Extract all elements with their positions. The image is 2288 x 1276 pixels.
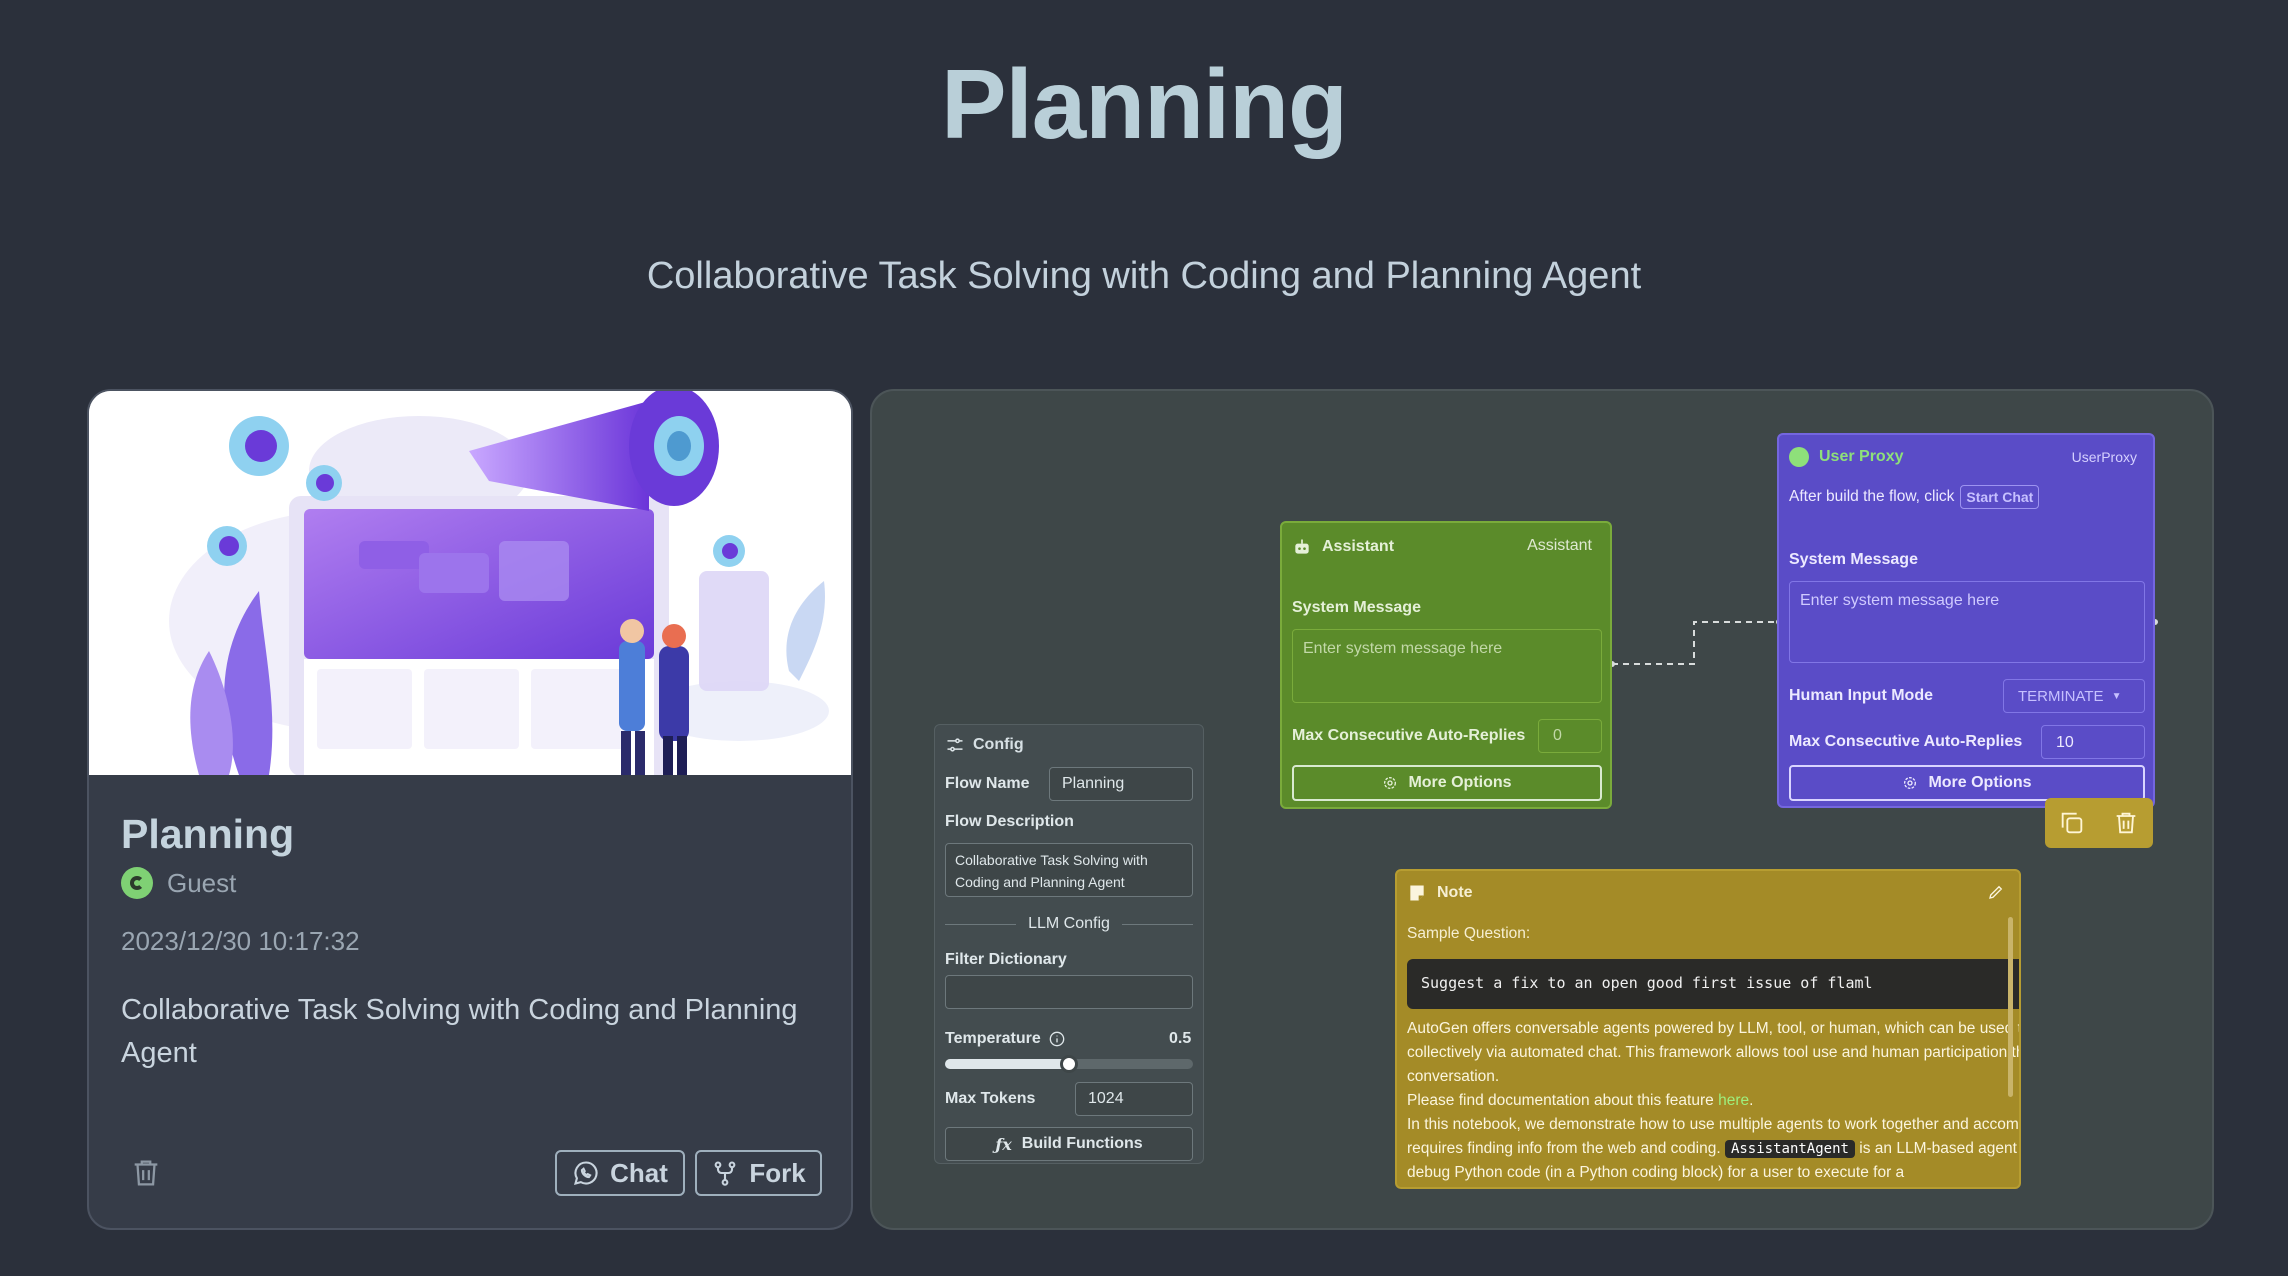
- llm-config-divider: LLM Config: [945, 915, 1194, 933]
- temperature-value: 0.5: [1169, 1030, 1192, 1047]
- page-title: Planning: [941, 49, 1348, 159]
- node-toolbar: [2045, 798, 2153, 848]
- build-functions-button[interactable]: ƒx Build Functions: [945, 1127, 1193, 1161]
- human-input-mode-select[interactable]: TERMINATE ▼: [2003, 679, 2145, 713]
- config-title: Config: [973, 736, 1024, 753]
- copy-icon[interactable]: [2058, 809, 2086, 837]
- max-tokens-input[interactable]: 1024: [1075, 1082, 1193, 1116]
- user-proxy-max-replies-label: Max Consecutive Auto-Replies: [1789, 733, 2023, 750]
- temperature-label: Temperature: [945, 1030, 1041, 1047]
- note-title: Note: [1437, 884, 1473, 901]
- temperature-slider-handle[interactable]: [1060, 1055, 1078, 1073]
- assistant-system-message-input[interactable]: Enter system message here: [1292, 629, 1602, 703]
- note-paragraph-2: In this notebook, we demonstrate how to …: [1407, 1113, 2019, 1185]
- card-hero-illustration: [89, 391, 851, 775]
- flow-card: Planning Guest 2023/12/30 10:17:32 Colla…: [87, 389, 853, 1230]
- gear-icon: [1904, 777, 1917, 789]
- user-proxy-max-replies-input[interactable]: 10: [2041, 725, 2145, 759]
- llm-config-label: LLM Config: [1028, 915, 1110, 932]
- user-proxy-more-options-button[interactable]: More Options: [1789, 765, 2145, 801]
- assistant-max-replies-label: Max Consecutive Auto-Replies: [1292, 727, 1526, 744]
- fork-button-label: Fork: [749, 1157, 806, 1188]
- function-icon: ƒx: [995, 1134, 1012, 1154]
- user-proxy-node[interactable]: User Proxy UserProxy After build the flo…: [1777, 433, 2155, 808]
- assistant-title: Assistant: [1322, 538, 1395, 555]
- trash-icon[interactable]: [2112, 809, 2140, 837]
- chat-bubble-icon: [574, 1161, 598, 1185]
- note-icon: [1410, 885, 1424, 901]
- sliders-icon: [947, 738, 963, 752]
- user-proxy-type: UserProxy: [2071, 449, 2137, 465]
- trash-icon: [134, 1160, 158, 1186]
- chat-bubble-icon: [1789, 447, 1809, 467]
- page-subtitle: Collaborative Task Solving with Coding a…: [646, 255, 1642, 297]
- info-icon: [1049, 1031, 1065, 1047]
- chat-button[interactable]: Chat: [555, 1150, 685, 1196]
- assistant-type: Assistant: [1527, 537, 1592, 554]
- chat-button-label: Chat: [610, 1157, 668, 1188]
- note-code-text: Suggest a fix to an open good first issu…: [1421, 974, 1873, 992]
- filter-dictionary-label: Filter Dictionary: [945, 951, 1067, 968]
- assistant-more-options-button[interactable]: More Options: [1292, 765, 1602, 801]
- assistant-node[interactable]: Assistant Assistant System Message Enter…: [1280, 521, 1612, 809]
- note-doc-link[interactable]: here: [1718, 1092, 1749, 1109]
- card-title: Planning: [121, 811, 295, 857]
- flow-canvas[interactable]: Config Flow Name Planning Flow Descripti…: [870, 389, 2214, 1230]
- config-node[interactable]: Config Flow Name Planning Flow Descripti…: [934, 724, 1204, 1164]
- flow-name-label: Flow Name: [945, 775, 1030, 792]
- start-chat-button[interactable]: Start Chat: [1960, 485, 2040, 509]
- note-paragraph-1: AutoGen offers conversable agents powere…: [1407, 1017, 2019, 1113]
- edit-icon[interactable]: [1987, 883, 2005, 901]
- fork-icon: [714, 1161, 736, 1186]
- temperature-slider[interactable]: [945, 1055, 1193, 1073]
- assistant-more-options-label: More Options: [1408, 774, 1512, 791]
- note-sample-label: Sample Question:: [1407, 925, 1531, 942]
- flow-description-input[interactable]: Collaborative Task Solving with Coding a…: [945, 843, 1193, 897]
- note-scrollbar[interactable]: [2008, 917, 2013, 1097]
- card-description: Collaborative Task Solving with Coding a…: [121, 994, 798, 1069]
- human-input-mode-value: TERMINATE: [2018, 687, 2104, 705]
- fork-button[interactable]: Fork: [695, 1150, 822, 1196]
- user-proxy-title: User Proxy: [1819, 448, 1904, 465]
- user-proxy-hint: After build the flow, click Start Chat: [1789, 485, 2040, 509]
- flow-description-label: Flow Description: [945, 813, 1074, 830]
- card-author: Guest: [121, 867, 236, 899]
- assistant-max-replies-input[interactable]: 0: [1538, 719, 1602, 753]
- max-tokens-label: Max Tokens: [945, 1090, 1036, 1107]
- note-paragraph-1-line2: Please find documentation about this fea…: [1407, 1092, 1714, 1109]
- temperature-row: Temperature: [945, 1030, 1065, 1048]
- temperature-slider-fill: [945, 1059, 1069, 1069]
- user-proxy-system-message-input[interactable]: Enter system message here: [1789, 581, 2145, 663]
- human-input-mode-label: Human Input Mode: [1789, 687, 1933, 704]
- delete-flow-button[interactable]: [129, 1156, 163, 1190]
- user-proxy-more-options-label: More Options: [1928, 774, 2032, 791]
- user-avatar-icon: [121, 867, 153, 899]
- note-inline-code: AssistantAgent: [1724, 1140, 1855, 1158]
- user-proxy-hint-text: After build the flow, click: [1789, 488, 1955, 505]
- assistant-system-message-label: System Message: [1292, 599, 1421, 616]
- chevron-down-icon: ▼: [2111, 690, 2122, 702]
- note-paragraph-1-text: AutoGen offers conversable agents powere…: [1407, 1020, 2019, 1085]
- note-code-block: Suggest a fix to an open good first issu…: [1407, 959, 2019, 1009]
- card-author-name: Guest: [167, 867, 237, 898]
- robot-icon: [1295, 539, 1309, 554]
- card-date: 2023/12/30 10:17:32: [121, 926, 360, 956]
- flow-name-input[interactable]: Planning: [1049, 767, 1193, 801]
- user-proxy-system-message-label: System Message: [1789, 551, 1918, 568]
- note-node[interactable]: Note Sample Question: Suggest a fix to a…: [1395, 869, 2021, 1189]
- gear-icon: [1384, 777, 1397, 789]
- filter-dictionary-input[interactable]: [945, 975, 1193, 1009]
- build-functions-label: Build Functions: [1021, 1135, 1143, 1152]
